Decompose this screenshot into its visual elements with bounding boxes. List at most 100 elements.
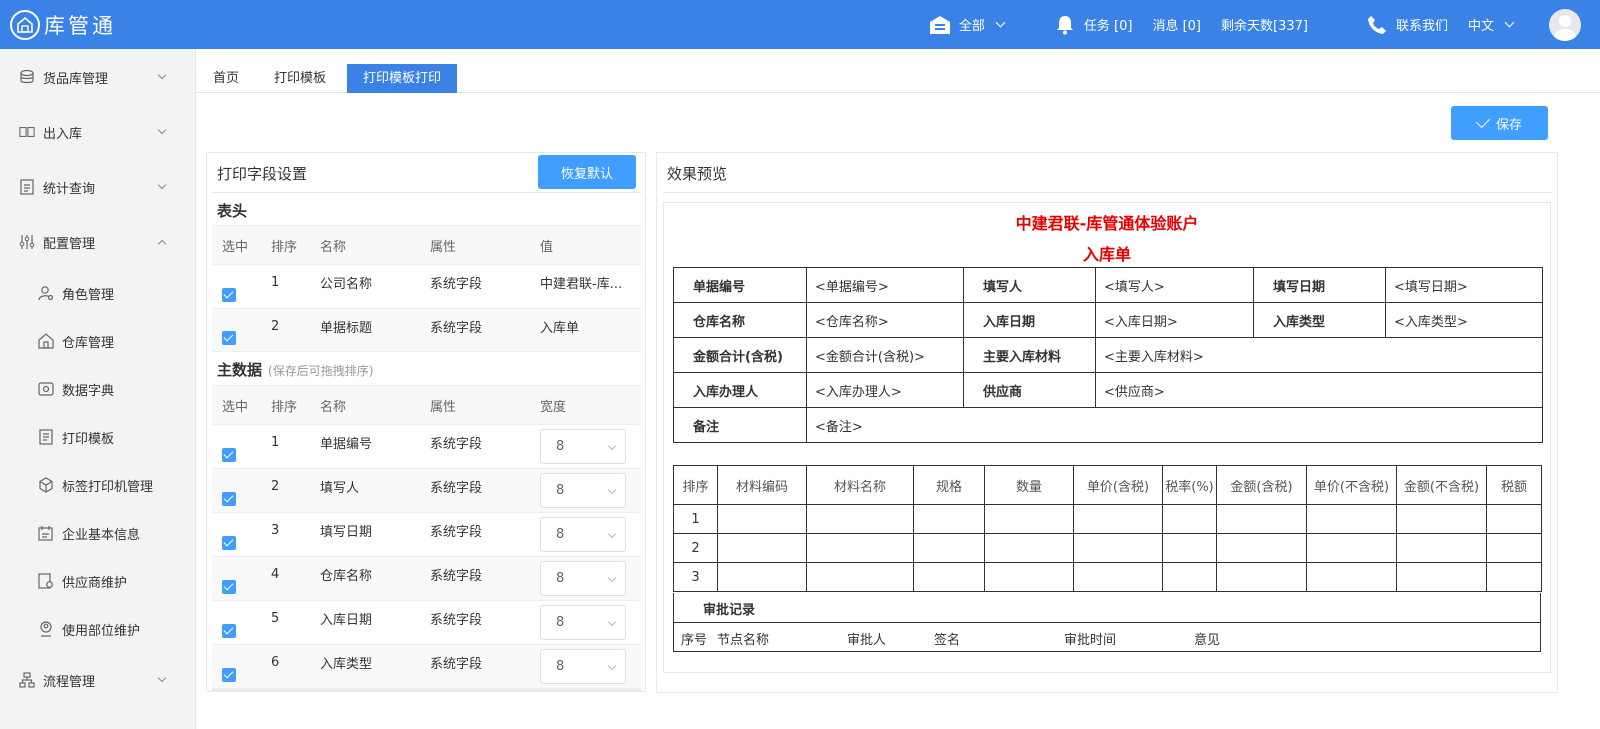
sidebar-group-workflow[interactable]: 流程管理 [0, 668, 196, 692]
header-grid-head: 选中 排序 名称 属性 值 [212, 225, 641, 265]
row-name: 仓库名称 [320, 569, 373, 584]
tab-bar: 首页 打印模板 打印模板打印 [196, 49, 1600, 93]
col-width: 宽度 [540, 399, 567, 415]
warehouse-selector[interactable]: 全部 [929, 14, 1006, 36]
detail-cell [1486, 504, 1542, 534]
reset-default-button[interactable]: 恢复默认 [538, 155, 636, 189]
sidebar-item-company-info[interactable]: 企业基本信息 [0, 521, 196, 545]
house-icon [38, 333, 54, 349]
width-select[interactable]: 8 [540, 517, 626, 552]
row-name: 单据编号 [320, 437, 373, 452]
col-name: 名称 [320, 399, 347, 415]
detail-cell [1162, 504, 1217, 534]
row-checkbox[interactable] [222, 331, 236, 345]
row-checkbox[interactable] [222, 579, 236, 594]
main-section-label: 主数据 [217, 361, 263, 379]
sidebar-group-stats[interactable]: 统计查询 [0, 175, 196, 199]
chevron-down-icon [157, 673, 167, 683]
app-logo[interactable]: 库管通 [10, 9, 116, 40]
table-row: 3 填写日期 系统字段 8 [212, 513, 641, 557]
detail-col-header: 材料编码 [717, 465, 807, 505]
width-select[interactable]: 8 [540, 649, 626, 684]
row-checkbox[interactable] [222, 535, 236, 550]
messages-link[interactable]: 消息 [0] [1152, 15, 1201, 34]
field-label: 填写人 [963, 267, 1096, 303]
task-link[interactable]: 任务 [0] [1054, 14, 1132, 36]
form-table: 单据编号 <单据编号> 填写人 <填写人> 填写日期 <填写日期> 仓库名称 <… [673, 267, 1543, 443]
field-value: <入库日期> [1095, 302, 1254, 338]
table-row: 2 填写人 系统字段 8 [212, 469, 641, 513]
detail-cell [984, 504, 1074, 534]
detail-table: 排序 材料编码 材料名称 规格 数量 单价(含税) 税率(%) 金额(含税) 单价(不含税) 金额… [673, 465, 1542, 592]
sidebar-item-warehouse[interactable]: 仓库管理 [0, 329, 196, 353]
detail-cell [913, 504, 985, 534]
approval-title-row: 审批记录 [673, 593, 1541, 623]
table-row: 6 入库类型 系统字段 8 [212, 645, 641, 689]
detail-col-header: 单价(含税) [1073, 465, 1163, 505]
approval-header-row: 序号 节点名称 审批人 签名 审批时间 意见 [673, 623, 1541, 652]
sidebar-item-dictionary[interactable]: 数据字典 [0, 377, 196, 401]
tab-print-template[interactable]: 打印模板 [258, 64, 342, 93]
field-label: 单据编号 [673, 267, 807, 303]
sidebar-item-supplier[interactable]: 供应商维护 [0, 569, 196, 593]
row-checkbox[interactable] [222, 667, 236, 682]
row-order: 1 [271, 275, 280, 290]
dictionary-icon [38, 381, 54, 397]
database-icon [19, 69, 35, 85]
sidebar-item-roles[interactable]: 角色管理 [0, 281, 196, 305]
sidebar-item-label: 打印模板 [62, 431, 115, 447]
sidebar-item-label: 仓库管理 [62, 335, 115, 351]
table-row: 5 入库日期 系统字段 8 [212, 601, 641, 645]
document-icon [38, 429, 54, 445]
sidebar: 货品库管理 出入库 统计查询 配置管理 角色管理 仓库管理 数据字典 打印模板 … [0, 49, 196, 729]
row-checkbox[interactable] [222, 447, 236, 462]
row-order: 5 [271, 611, 280, 626]
field-value: <填写日期> [1385, 267, 1543, 303]
width-select[interactable]: 8 [540, 605, 626, 640]
sidebar-group-label: 流程管理 [43, 674, 96, 690]
row-name: 填写人 [320, 481, 360, 496]
sidebar-item-label: 企业基本信息 [62, 527, 141, 543]
field-value: <供应商> [1095, 372, 1543, 408]
user-avatar[interactable] [1549, 8, 1581, 41]
contact-text: 联系我们 [1395, 19, 1448, 34]
width-select[interactable]: 8 [540, 561, 626, 596]
row-checkbox[interactable] [222, 623, 236, 638]
width-value: 8 [556, 439, 565, 454]
flow-icon [19, 672, 35, 688]
main-grid-head: 选中 排序 名称 属性 宽度 [212, 385, 641, 425]
tab-home[interactable]: 首页 [197, 64, 255, 93]
language-selector[interactable]: 中文 [1468, 15, 1515, 34]
detail-cell [984, 533, 1074, 563]
sidebar-group-inout[interactable]: 出入库 [0, 120, 196, 144]
col-order: 排序 [271, 399, 298, 415]
sidebar-item-label: 使用部位维护 [62, 623, 141, 639]
detail-cell [1073, 504, 1163, 534]
row-value: 入库单 [540, 320, 580, 336]
detail-cell [1306, 504, 1397, 534]
approval-col: 签名 [934, 633, 961, 648]
chevron-down-icon [607, 441, 617, 451]
sidebar-item-usage-part[interactable]: 使用部位维护 [0, 617, 196, 641]
width-select[interactable]: 8 [540, 473, 626, 508]
field-value: <备注> [806, 407, 1543, 443]
sidebar-item-label: 角色管理 [62, 287, 115, 303]
col-attr: 属性 [430, 239, 457, 255]
sidebar-group-goods[interactable]: 货品库管理 [0, 65, 196, 89]
row-order: 6 [271, 655, 280, 670]
sidebar-item-label-printer[interactable]: 标签打印机管理 [0, 473, 196, 497]
width-value: 8 [556, 527, 565, 542]
contact-link[interactable]: 联系我们 [1366, 14, 1448, 36]
messages-text: 消息 [0] [1152, 19, 1201, 34]
row-checkbox[interactable] [222, 287, 236, 302]
location-user-icon [38, 621, 54, 637]
sidebar-group-config[interactable]: 配置管理 [0, 230, 196, 254]
detail-cell [1162, 562, 1217, 592]
sidebar-item-print-template[interactable]: 打印模板 [0, 425, 196, 449]
tab-print-template-print[interactable]: 打印模板打印 [347, 64, 458, 93]
width-select[interactable]: 8 [540, 429, 626, 464]
save-button[interactable]: 保存 [1451, 106, 1548, 140]
row-checkbox[interactable] [222, 491, 236, 506]
detail-col-header: 单价(不含税) [1306, 465, 1397, 505]
field-label: 入库办理人 [673, 372, 807, 408]
